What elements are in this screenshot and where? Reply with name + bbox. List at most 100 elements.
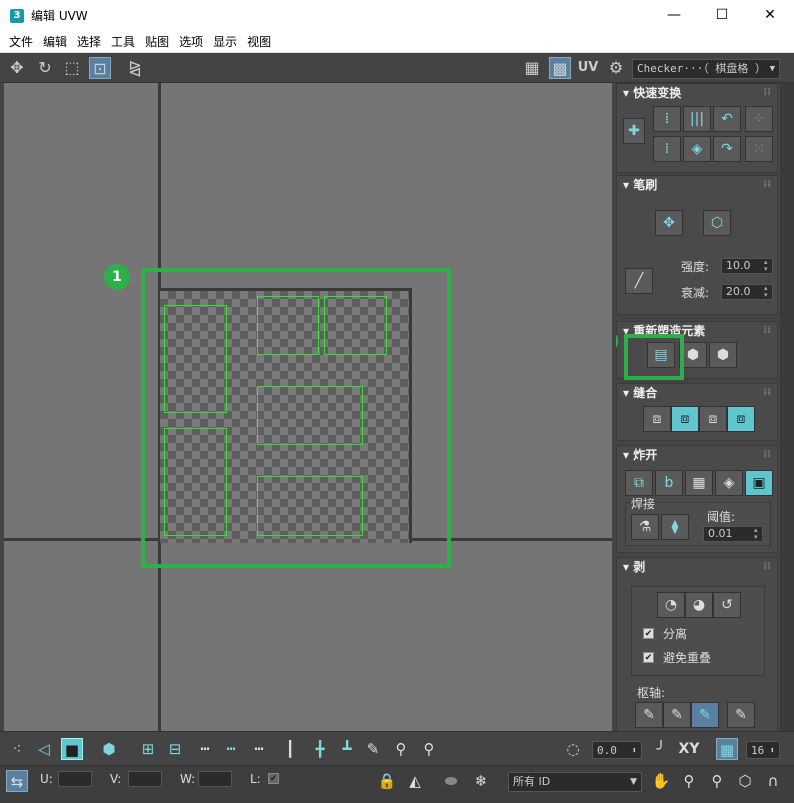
relax-brush-button[interactable]: ⬡ [703, 210, 731, 236]
close-button[interactable]: ✕ [746, 0, 794, 31]
rotate-icon[interactable]: ↻ [34, 57, 56, 79]
rollout-header[interactable]: ▾ 剥 ⁞⁞ [617, 558, 777, 576]
id-dropdown[interactable]: 所有 ID ▼ [508, 772, 642, 792]
uv-label[interactable]: UV [577, 57, 599, 79]
auto-pin-button[interactable]: ✎ [691, 702, 719, 728]
menu-file[interactable]: 文件 [4, 33, 38, 50]
mirror-icon[interactable]: ⧎ [124, 57, 146, 79]
relax-by-polygon-button[interactable]: ⬢ [709, 342, 737, 368]
align-pivot-button[interactable]: ✚ [623, 118, 645, 144]
texture-settings-icon[interactable]: ⚙ [605, 57, 627, 79]
soft-select-curve-icon[interactable]: ╯ [650, 738, 672, 760]
quick-peel-button[interactable]: ◔ [657, 592, 685, 618]
rollout-header[interactable]: ▾ 笔刷 ⁞⁞ [617, 176, 777, 194]
stitch-to-average-button[interactable]: ⧈ [699, 406, 727, 432]
zoom-region-icon[interactable]: ⚲ [706, 770, 728, 792]
detach-checkbox[interactable]: ✔ [643, 628, 654, 639]
stitch-to-target-button[interactable]: ⧈ [727, 406, 755, 432]
stitch-to-source-button[interactable]: ⧈ [671, 406, 699, 432]
xy-label[interactable]: XY [678, 738, 700, 760]
weld-selected-button[interactable]: ⚗ [631, 514, 659, 540]
menu-tools[interactable]: 工具 [106, 33, 140, 50]
paint-select-icon[interactable]: ✎ [362, 738, 384, 760]
hide-icon[interactable]: ◭ [404, 770, 426, 792]
rotate-cw-button[interactable]: ↷ [713, 136, 741, 162]
space-vertical-button[interactable]: ⁙ [745, 136, 773, 162]
ring-grow-icon[interactable]: ╋ [309, 738, 331, 760]
stitch-custom-button[interactable]: ⧈ [643, 406, 671, 432]
rollout-header[interactable]: ▾ 炸开 ⁞⁞ [617, 446, 777, 464]
ring-select-icon[interactable]: ┃ [279, 738, 301, 760]
menu-options[interactable]: 选项 [174, 33, 208, 50]
rotate-ccw-button[interactable]: ↶ [713, 106, 741, 132]
snap-icon[interactable]: ∩ [762, 770, 784, 792]
paint-move-button[interactable]: ✥ [655, 210, 683, 236]
zoom-icon[interactable]: ⚲ [678, 770, 700, 792]
flatten-by-material-button[interactable]: ▣ [745, 470, 773, 496]
shrink-brush-icon[interactable]: ⚲ [418, 738, 440, 760]
vertex-mode-icon[interactable]: ⁖ [6, 738, 28, 760]
grid-snap-icon[interactable]: ▦ [716, 738, 738, 760]
grid-spinner[interactable]: 16 ⬍ [746, 741, 780, 759]
show-icon[interactable]: ⬬ [440, 770, 462, 792]
lock-checkbox[interactable]: ✔ [268, 773, 279, 784]
loop-grow-icon[interactable]: ┅ [220, 738, 242, 760]
panel-scrollbar[interactable] [780, 83, 794, 731]
zoom-extents-icon[interactable]: ⬡ [734, 770, 756, 792]
unpin-button[interactable]: ✎ [663, 702, 691, 728]
align-horizontal-button[interactable]: ⁞ [653, 106, 681, 132]
detach-edge-button[interactable]: b [655, 470, 683, 496]
face-mode-icon[interactable]: ■ [61, 738, 83, 760]
menu-select[interactable]: 选择 [72, 33, 106, 50]
threshold-spinner[interactable]: 0.01 [703, 526, 763, 542]
space-horizontal-button[interactable]: ⁘ [745, 106, 773, 132]
menu-mapping[interactable]: 贴图 [140, 33, 174, 50]
move-icon[interactable]: ✥ [6, 57, 28, 79]
rollout-header[interactable]: ▾ 快速变换 ⁞⁞ [617, 84, 777, 102]
straighten-button[interactable]: ◈ [683, 136, 711, 162]
angle-spinner[interactable]: 0.0 ⬍ [592, 741, 642, 759]
element-mode-icon[interactable]: ⬢ [98, 738, 120, 760]
u-field[interactable] [58, 771, 92, 787]
select-pins-button[interactable]: ✎ [727, 702, 755, 728]
v-field[interactable] [128, 771, 162, 787]
flatten-by-smoothing-button[interactable]: ◈ [715, 470, 743, 496]
pin-button[interactable]: ✎ [635, 702, 663, 728]
freeform-icon[interactable]: ⊡ [89, 57, 111, 79]
align-vertical-button[interactable]: ||| [683, 106, 711, 132]
menu-edit[interactable]: 编辑 [38, 33, 72, 50]
w-field[interactable] [198, 771, 232, 787]
loop-select-icon[interactable]: ┅ [194, 738, 216, 760]
edge-mode-icon[interactable]: ◁ [33, 738, 55, 760]
enlarge-brush-icon[interactable]: ⚲ [390, 738, 412, 760]
maximize-button[interactable]: ☐ [698, 0, 746, 31]
uv-viewport[interactable]: 1 [4, 83, 612, 731]
grow-select-icon[interactable]: ⊞ [137, 738, 159, 760]
loop-shrink-icon[interactable]: ┅ [248, 738, 270, 760]
weld-target-button[interactable]: ⧫ [661, 514, 689, 540]
absolute-offset-icon[interactable]: ⇆ [6, 770, 28, 792]
align-horiz-place-button[interactable]: ⁞ [653, 136, 681, 162]
texture-dropdown[interactable]: Checker···（ 棋盘格 ） ▼ [632, 59, 780, 79]
menu-view[interactable]: 视图 [242, 33, 276, 50]
falloff-spinner[interactable]: 20.0 [721, 284, 773, 300]
pan-icon[interactable]: ✋ [650, 770, 672, 792]
rollout-header[interactable]: ▾ 缝合 ⁞⁞ [617, 384, 777, 402]
ring-shrink-icon[interactable]: ┻ [336, 738, 358, 760]
minimize-button[interactable]: — [650, 0, 698, 31]
reset-peel-button[interactable]: ↺ [713, 592, 741, 618]
checker-pattern-icon[interactable]: ▦ [521, 57, 543, 79]
lock-icon[interactable]: 🔒 [376, 770, 398, 792]
flatten-by-polygon-button[interactable]: ▦ [685, 470, 713, 496]
menu-display[interactable]: 显示 [208, 33, 242, 50]
angle-icon: ◌ [566, 740, 580, 758]
scale-icon[interactable]: ⬚ [61, 57, 83, 79]
show-map-icon[interactable]: ▩ [549, 57, 571, 79]
strength-spinner[interactable]: 10.0 [721, 258, 773, 274]
peel-mode-button[interactable]: ◕ [685, 592, 713, 618]
avoid-overlap-checkbox[interactable]: ✔ [643, 652, 654, 663]
freeze-icon[interactable]: ❄ [470, 770, 492, 792]
shrink-select-icon[interactable]: ⊟ [164, 738, 186, 760]
brush-line-button[interactable]: ╱ [625, 268, 653, 294]
break-button[interactable]: ⧉ [625, 470, 653, 496]
